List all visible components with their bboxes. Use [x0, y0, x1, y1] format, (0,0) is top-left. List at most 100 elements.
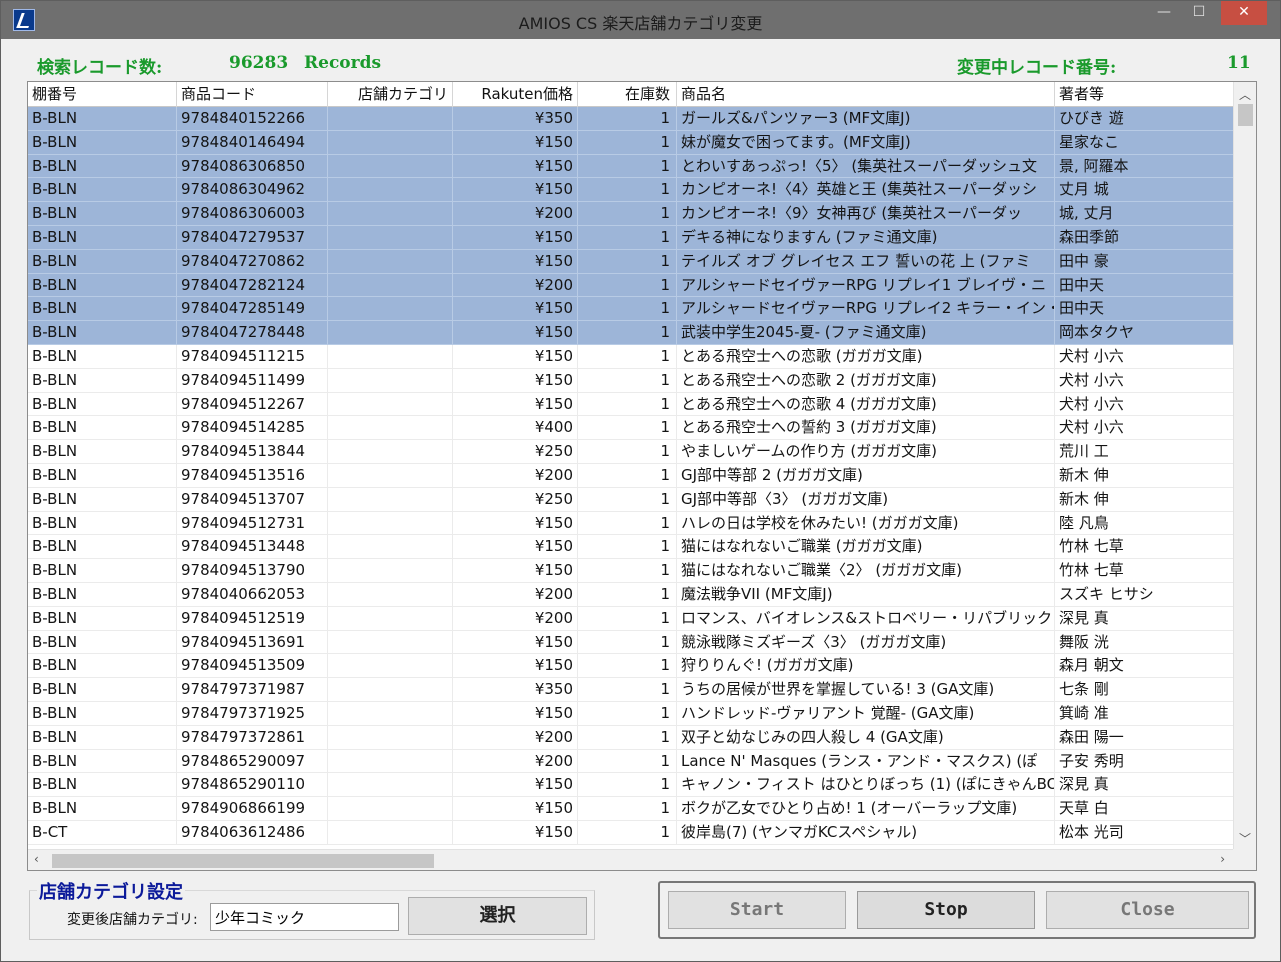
table-row[interactable]: B-CT 9784063612486 ¥150 1 彼岸島(7) (ヤンマガKCスペシャ…	[28, 820, 1233, 845]
cell-code: 9784047282124	[177, 273, 328, 297]
table-row[interactable]: B-BLN 9784094512267 ¥150 1 とある飛空士への恋歌 4 (ガガガ…	[28, 392, 1233, 417]
table-row[interactable]: B-BLN 9784047279537 ¥150 1 デキる神になりますん (ファミ通文…	[28, 225, 1233, 250]
cell-price: ¥150	[453, 654, 578, 678]
close-button[interactable]: Close	[1046, 891, 1249, 929]
cell-code: 9784094511215	[177, 344, 328, 368]
table-row[interactable]: B-BLN 9784047270862 ¥150 1 テイルズ オブ グレイセス エフ …	[28, 249, 1233, 274]
column-header-name[interactable]: 商品名	[677, 82, 1055, 107]
cell-name: とある飛空士への恋歌 4 (ガガガ文庫)	[677, 392, 1055, 416]
table-row[interactable]: B-BLN 9784086306003 ¥200 1 カンピオーネ!〈9〉女神再び (集…	[28, 202, 1233, 226]
minimize-button[interactable]: —	[1151, 1, 1177, 25]
scroll-left-icon[interactable]: ‹	[34, 852, 39, 866]
start-button[interactable]: Start	[668, 891, 846, 929]
cell-tana: B-BLN	[28, 725, 177, 749]
records-grid[interactable]: 棚番号 商品コード 店舗カテゴリ Rakuten価格 在庫数 商品名 著者等 B…	[27, 81, 1257, 871]
table-row[interactable]: B-BLN 9784094513448 ¥150 1 猫にはなれないご職業 (ガガガ文庫…	[28, 535, 1233, 560]
table-row[interactable]: B-BLN 9784086304962 ¥150 1 カンピオーネ!〈4〉英雄と王 (集…	[28, 178, 1233, 203]
column-header-code[interactable]: 商品コード	[177, 82, 328, 107]
cell-name: とある飛空士への恋歌 2 (ガガガ文庫)	[677, 368, 1055, 392]
table-row[interactable]: B-BLN 9784094512519 ¥200 1 ロマンス、バイオレンス&ストロベリ…	[28, 606, 1233, 631]
cell-stock: 1	[578, 392, 677, 416]
cell-category	[328, 678, 453, 702]
table-row[interactable]: B-BLN 9784094511215 ¥150 1 とある飛空士への恋歌 (ガガガ文庫…	[28, 344, 1233, 369]
table-row[interactable]: B-BLN 9784797372861 ¥200 1 双子と幼なじみの四人殺し 4 (G…	[28, 725, 1233, 750]
cell-code: 9784094512519	[177, 606, 328, 630]
table-row[interactable]: B-BLN 9784840152266 ¥350 1 ガールズ&パンツァー3 (MF文庫…	[28, 107, 1233, 131]
column-header-author[interactable]: 著者等	[1055, 82, 1233, 107]
cell-code: 9784094513516	[177, 463, 328, 487]
table-row[interactable]: B-BLN 9784094513691 ¥150 1 競泳戦隊ミズギーズ〈3〉 (ガガガ…	[28, 630, 1233, 655]
cell-name: Lance N' Masques (ランス・アンド・マスクス) (ぽ	[677, 749, 1055, 773]
horizontal-scrollbar[interactable]: ‹ ›	[28, 849, 1233, 870]
cell-price: ¥200	[453, 606, 578, 630]
cell-author: 犬村 小六	[1059, 370, 1124, 389]
table-row[interactable]: B-BLN 9784094513790 ¥150 1 猫にはなれないご職業〈2〉 (ガガ…	[28, 559, 1233, 583]
cell-price: ¥150	[453, 297, 578, 321]
cell-category	[328, 107, 453, 130]
cell-stock: 1	[578, 130, 677, 154]
column-header-category[interactable]: 店舗カテゴリ	[328, 82, 453, 107]
table-row[interactable]: B-BLN 9784094513516 ¥200 1 GJ部中等部 2 (ガガガ文庫) 新…	[28, 463, 1233, 488]
table-row[interactable]: B-BLN 9784094513844 ¥250 1 やましいゲームの作り方 (ガガガ文…	[28, 440, 1233, 464]
table-row[interactable]: B-BLN 9784094514285 ¥400 1 とある飛空士への誓約 3 (ガガガ…	[28, 416, 1233, 441]
close-window-button[interactable]: ✕	[1221, 1, 1267, 25]
table-row[interactable]: B-BLN 9784094513509 ¥150 1 狩りりんぐ! (ガガガ文庫) 森月 …	[28, 654, 1233, 679]
current-record-label: 変更中レコード番号:	[957, 58, 1117, 78]
table-row[interactable]: B-BLN 9784797371987 ¥350 1 うちの居候が世界を掌握している! …	[28, 678, 1233, 702]
cell-tana: B-BLN	[28, 416, 177, 440]
cell-author: 舞阪 洸	[1059, 632, 1109, 651]
cell-name: 彼岸島(7) (ヤンマガKCスペシャル)	[677, 820, 1055, 844]
grid-header: 棚番号 商品コード 店舗カテゴリ Rakuten価格 在庫数 商品名 著者等	[28, 82, 1233, 107]
scroll-down-icon[interactable]: ﹀	[1234, 830, 1256, 847]
cell-code: 9784865290110	[177, 773, 328, 797]
cell-code: 9784094513790	[177, 559, 328, 583]
cell-code: 9784086304962	[177, 178, 328, 202]
cell-category	[328, 701, 453, 725]
table-row[interactable]: B-BLN 9784094513707 ¥250 1 GJ部中等部〈3〉 (ガガガ文庫)…	[28, 487, 1233, 512]
table-row[interactable]: B-BLN 9784047278448 ¥150 1 武装中学生2045-夏- (ファミ…	[28, 321, 1233, 345]
table-row[interactable]: B-BLN 9784094511499 ¥150 1 とある飛空士への恋歌 2 (ガガガ…	[28, 368, 1233, 393]
cell-category	[328, 559, 453, 583]
cell-stock: 1	[578, 416, 677, 440]
scrollbar-corner	[1233, 849, 1256, 870]
column-header-price[interactable]: Rakuten価格	[453, 82, 578, 107]
new-category-input[interactable]	[210, 903, 399, 931]
scroll-up-icon[interactable]: ︿	[1234, 86, 1256, 103]
cell-category	[328, 392, 453, 416]
cell-author: スズキ ヒサシ	[1059, 584, 1154, 603]
maximize-button[interactable]: ☐	[1181, 1, 1217, 25]
table-row[interactable]: B-BLN 9784865290097 ¥200 1 Lance N' Masques …	[28, 749, 1233, 774]
cell-price: ¥200	[453, 463, 578, 487]
cell-name: ハレの日は学校を休みたい! (ガガガ文庫)	[677, 511, 1055, 535]
horizontal-scroll-thumb[interactable]	[52, 854, 434, 868]
cell-code: 9784047278448	[177, 321, 328, 345]
window-title: AMIOS CS 楽天店舗カテゴリ変更	[518, 14, 763, 33]
scroll-right-icon[interactable]: ›	[1220, 852, 1225, 866]
cell-tana: B-BLN	[28, 107, 177, 130]
cell-stock: 1	[578, 535, 677, 559]
column-header-stock[interactable]: 在庫数	[578, 82, 677, 107]
table-row[interactable]: B-BLN 9784047285149 ¥150 1 アルシャードセイヴァーRPG リプ…	[28, 297, 1233, 322]
cell-stock: 1	[578, 297, 677, 321]
vertical-scroll-thumb[interactable]	[1238, 104, 1253, 126]
cell-price: ¥400	[453, 416, 578, 440]
table-row[interactable]: B-BLN 9784840146494 ¥150 1 妹が魔女で困ってます。(MF文庫J…	[28, 130, 1233, 155]
cell-price: ¥250	[453, 487, 578, 511]
table-row[interactable]: B-BLN 9784797371925 ¥150 1 ハンドレッド-ヴァリアント 覚醒-…	[28, 701, 1233, 726]
stop-button[interactable]: Stop	[857, 891, 1035, 929]
table-row[interactable]: B-BLN 9784047282124 ¥200 1 アルシャードセイヴァーRPG リプ…	[28, 273, 1233, 298]
cell-price: ¥200	[453, 273, 578, 297]
cell-code: 9784063612486	[177, 820, 328, 844]
cell-tana: B-BLN	[28, 487, 177, 511]
table-row[interactable]: B-BLN 9784906866199 ¥150 1 ボクが乙女でひとり占め! 1 (オ…	[28, 797, 1233, 821]
cell-price: ¥150	[453, 321, 578, 345]
table-row[interactable]: B-BLN 9784865290110 ¥150 1 キャノン・フィスト はひとりぼっち…	[28, 773, 1233, 798]
column-header-tana[interactable]: 棚番号	[28, 82, 177, 107]
select-category-button[interactable]: 選択	[408, 897, 587, 935]
vertical-scrollbar[interactable]: ︿ ﹀	[1233, 82, 1256, 850]
table-row[interactable]: B-BLN 9784086306850 ¥150 1 とわいすあっぷっ!〈5〉 (集英社…	[28, 154, 1233, 179]
cell-tana: B-BLN	[28, 463, 177, 487]
cell-author: 景, 阿羅本	[1059, 156, 1129, 175]
table-row[interactable]: B-BLN 9784040662053 ¥200 1 魔法戦争VII (MF文庫J) スズ…	[28, 582, 1233, 607]
table-row[interactable]: B-BLN 9784094512731 ¥150 1 ハレの日は学校を休みたい! (ガガ…	[28, 511, 1233, 536]
